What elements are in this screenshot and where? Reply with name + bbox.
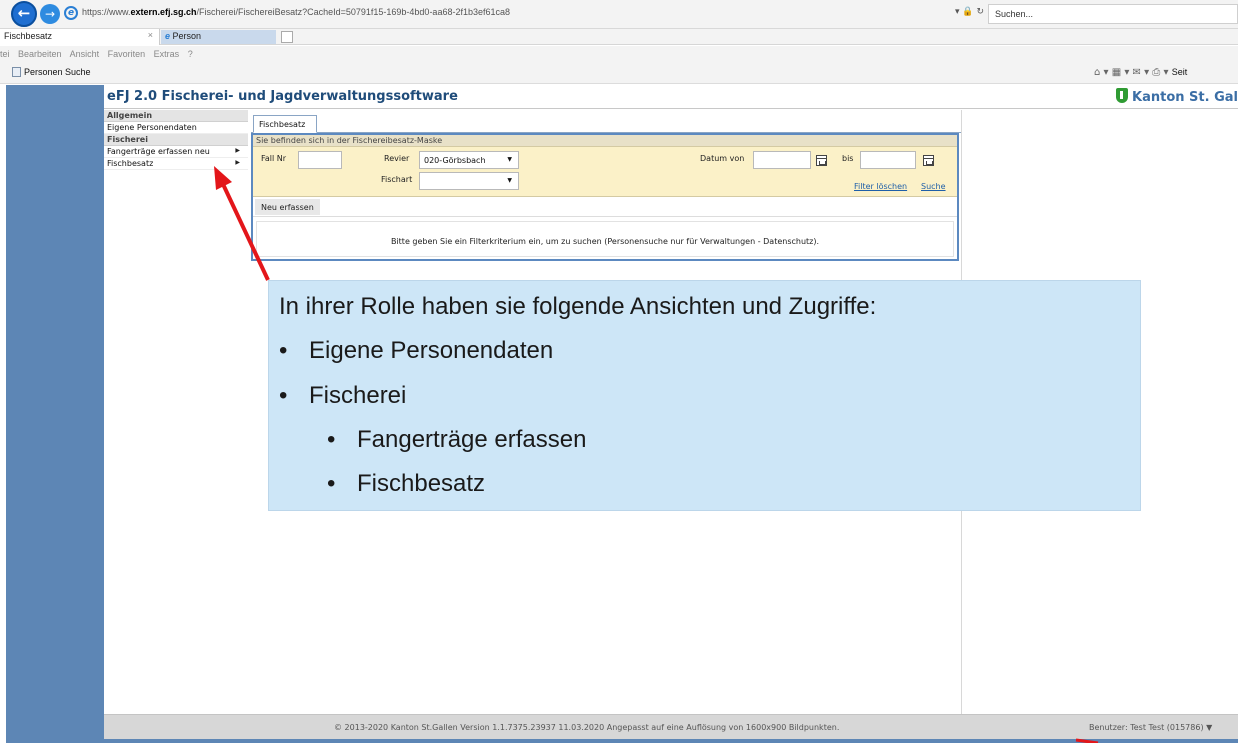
seite-menu[interactable]: Seit xyxy=(1172,67,1188,77)
browser-tab-fischbesatz[interactable]: Fischbesatz × xyxy=(0,29,160,45)
sidebar: Allgemein Eigene Personendaten Fischerei… xyxy=(104,110,248,170)
sidebar-item-label: Fischbesatz xyxy=(107,159,154,168)
sidebar-section-allgemein: Allgemein xyxy=(104,110,248,122)
favorites-bar: Personen Suche ⌂ ▾ ▦ ▾ ✉ ▾ ⎙ ▾ Seit xyxy=(0,62,1238,84)
callout-item: • Fischbesatz xyxy=(327,470,485,498)
sidebar-item-fangertraege[interactable]: Fangerträge erfassen neu ▶ xyxy=(104,146,248,158)
browser-search-input[interactable]: Suchen... xyxy=(988,4,1238,24)
kanton-shield-icon xyxy=(1116,88,1129,103)
menu-item[interactable]: Bearbeiten xyxy=(18,49,62,59)
address-bar: ← → e https://www.extern.efj.sg.ch/Fisch… xyxy=(0,0,1238,29)
datum-von-input[interactable] xyxy=(753,151,811,169)
fischbesatz-form: Sie befinden sich in der Fischereibesatz… xyxy=(251,133,959,261)
callout-title: In ihrer Rolle haben sie folgende Ansich… xyxy=(279,293,877,320)
bullet: • xyxy=(279,382,288,409)
new-tab-icon[interactable] xyxy=(281,31,293,43)
sidebar-section-fischerei: Fischerei xyxy=(104,134,248,146)
chevron-right-icon: ▶ xyxy=(235,159,240,166)
bullet: • xyxy=(327,426,336,453)
page-icon xyxy=(12,67,21,77)
content-tab-strip: Fischbesatz xyxy=(251,113,961,133)
filter-panel: Fall Nr Revier 020-Görbsbach ▼ Fischart … xyxy=(253,147,957,197)
callout-item: • Fischerei xyxy=(279,382,406,410)
brand-label: Kanton St. Gal xyxy=(1132,90,1238,105)
forward-arrow-icon[interactable]: → xyxy=(40,4,60,24)
calendar-icon[interactable] xyxy=(816,155,827,166)
callout-item-text: Fischbesatz xyxy=(357,470,486,497)
tab-fischbesatz[interactable]: Fischbesatz xyxy=(253,115,317,133)
menu-bar: tei Bearbeiten Ansicht Favoriten Extras … xyxy=(0,46,1238,62)
fall-nr-label: Fall Nr xyxy=(261,154,287,163)
close-icon[interactable]: × xyxy=(148,30,153,40)
callout-item: • Fangerträge erfassen xyxy=(327,426,586,454)
tab-label: Fischbesatz xyxy=(4,31,53,41)
footer-copyright: © 2013-2020 Kanton St.Gallen Version 1.1… xyxy=(334,723,840,732)
bottom-decor-strip xyxy=(104,739,1238,743)
callout-item-text: Eigene Personendaten xyxy=(309,337,554,364)
fischart-label: Fischart xyxy=(381,175,413,184)
menu-item[interactable]: Extras xyxy=(154,49,180,59)
filter-loeschen-link[interactable]: Filter löschen xyxy=(854,182,907,191)
ie-logo-icon: e xyxy=(165,31,171,41)
datum-bis-input[interactable] xyxy=(860,151,916,169)
address-tools[interactable]: ▾ 🔒 ↻ xyxy=(955,7,984,17)
sidebar-item-label: Fangerträge erfassen neu xyxy=(107,147,210,156)
menu-item[interactable]: tei xyxy=(0,49,10,59)
callout-item-text: Fangerträge erfassen xyxy=(357,426,587,453)
chevron-down-icon: ▼ xyxy=(507,156,512,163)
sidebar-item-fischbesatz[interactable]: Fischbesatz ▶ xyxy=(104,158,248,170)
revier-label: Revier xyxy=(384,154,410,163)
menu-item[interactable]: Ansicht xyxy=(70,49,100,59)
menu-item[interactable]: ? xyxy=(188,49,193,59)
datum-von-label: Datum von xyxy=(700,154,745,163)
favorite-personen-suche[interactable]: Personen Suche xyxy=(12,67,91,77)
bullet: • xyxy=(279,337,288,364)
menu-item[interactable]: Favoriten xyxy=(108,49,146,59)
action-bar: Neu erfassen xyxy=(253,197,957,217)
url-field[interactable]: https://www.extern.efj.sg.ch/Fischerei/F… xyxy=(82,7,510,17)
browser-tab-person[interactable]: e Person xyxy=(161,30,276,44)
callout-item: • Eigene Personendaten xyxy=(279,337,553,365)
calendar-icon[interactable] xyxy=(923,155,934,166)
footer: © 2013-2020 Kanton St.Gallen Version 1.1… xyxy=(104,714,1238,739)
command-icons[interactable]: ⌂ ▾ ▦ ▾ ✉ ▾ ⎙ ▾ xyxy=(1094,67,1169,78)
user-menu[interactable]: Benutzer: Test Test (015786) ▼ xyxy=(1089,723,1212,732)
fischart-select[interactable]: ▼ xyxy=(419,172,519,190)
left-decor-strip xyxy=(6,85,104,743)
breadcrumb: Sie befinden sich in der Fischereibesatz… xyxy=(253,135,957,147)
command-bar[interactable]: ⌂ ▾ ▦ ▾ ✉ ▾ ⎙ ▾ Seit xyxy=(1094,67,1187,78)
revier-value: 020-Görbsbach xyxy=(424,156,486,165)
bis-label: bis xyxy=(842,154,854,163)
sidebar-item-eigene-personendaten[interactable]: Eigene Personendaten xyxy=(104,122,248,134)
callout-item-text: Fischerei xyxy=(309,382,407,409)
suche-link[interactable]: Suche xyxy=(921,182,946,191)
revier-select[interactable]: 020-Görbsbach ▼ xyxy=(419,151,519,169)
bullet: • xyxy=(327,470,336,497)
info-message: Bitte geben Sie ein Filterkriterium ein,… xyxy=(256,221,954,257)
ie-logo-icon: e xyxy=(64,6,78,20)
fall-nr-input[interactable] xyxy=(298,151,342,169)
kanton-brand: Kanton St. Gal xyxy=(1116,88,1238,105)
tab-label: Person xyxy=(172,31,202,41)
app-header: eFJ 2.0 Fischerei- und Jagdverwaltungsso… xyxy=(104,85,1238,109)
back-arrow-icon[interactable]: ← xyxy=(11,1,37,27)
role-info-callout: In ihrer Rolle haben sie folgende Ansich… xyxy=(268,280,1141,511)
sidebar-item-label: Eigene Personendaten xyxy=(107,123,197,132)
chevron-down-icon: ▼ xyxy=(507,177,512,184)
browser-tab-bar: Fischbesatz × e Person xyxy=(0,29,1238,45)
favorite-label: Personen Suche xyxy=(24,67,91,77)
chevron-right-icon: ▶ xyxy=(235,147,240,154)
neu-erfassen-button[interactable]: Neu erfassen xyxy=(255,199,320,215)
app-title: eFJ 2.0 Fischerei- und Jagdverwaltungsso… xyxy=(107,89,458,104)
